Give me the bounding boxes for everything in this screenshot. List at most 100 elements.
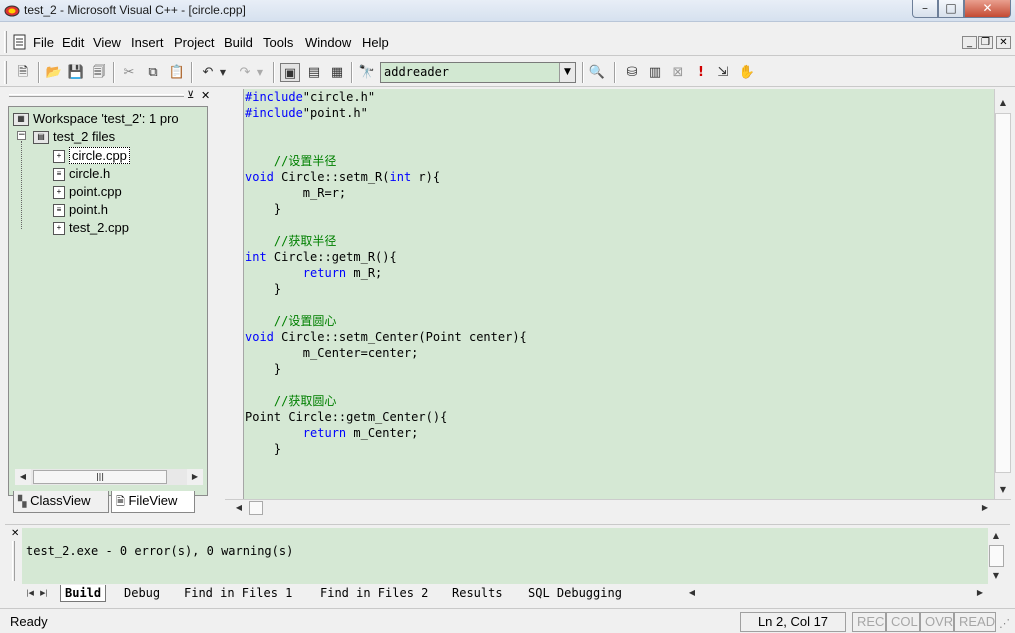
- undo-dropdown-icon[interactable]: ▼: [217, 63, 229, 82]
- resize-grip-icon[interactable]: ⋰: [999, 617, 1010, 630]
- tab-find-in-files-1[interactable]: Find in Files 1: [180, 585, 296, 602]
- code-line[interactable]: }: [245, 281, 527, 297]
- output-vscrollbar[interactable]: ▲ ▼: [988, 528, 1005, 584]
- code-line[interactable]: [245, 377, 527, 393]
- tab-classview[interactable]: ▚ ClassView: [13, 491, 109, 513]
- cut-icon[interactable]: ✂: [119, 63, 139, 82]
- menu-view[interactable]: View: [93, 35, 121, 50]
- code-line[interactable]: m_Center=center;: [245, 345, 527, 361]
- code-line[interactable]: m_R=r;: [245, 185, 527, 201]
- menu-project[interactable]: Project: [174, 35, 214, 50]
- code-line[interactable]: void Circle::setm_Center(Point center){: [245, 329, 527, 345]
- tab-build[interactable]: Build: [60, 585, 107, 602]
- code-line[interactable]: void Circle::setm_R(int r){: [245, 169, 527, 185]
- mdi-close-button[interactable]: ✕: [996, 36, 1011, 49]
- tree-file-item[interactable]: + test_2.cpp: [53, 220, 129, 236]
- panel-close-icon[interactable]: ✕: [201, 89, 210, 102]
- code-line[interactable]: return m_Center;: [245, 425, 527, 441]
- code-line[interactable]: [245, 297, 527, 313]
- open-folder-icon[interactable]: 📂: [44, 63, 64, 82]
- tab-find-in-files-2[interactable]: Find in Files 2: [316, 585, 432, 602]
- tree-project-folder[interactable]: ▤ test_2 files: [33, 129, 115, 145]
- code-line[interactable]: [245, 121, 527, 137]
- save-icon[interactable]: 💾: [66, 63, 86, 82]
- scroll-left-icon[interactable]: ◀: [231, 500, 247, 516]
- output-toggle-icon[interactable]: ▤: [304, 63, 324, 82]
- tab-debug[interactable]: Debug: [120, 585, 164, 602]
- mdi-restore-button[interactable]: ❐: [978, 36, 993, 49]
- tree-file-item[interactable]: ≡ circle.h: [53, 166, 110, 182]
- undo-icon[interactable]: ↶: [198, 63, 218, 82]
- window-list-icon[interactable]: ▦: [327, 63, 347, 82]
- scroll-left-icon[interactable]: ◀: [15, 469, 31, 485]
- collapse-icon[interactable]: −: [17, 131, 26, 140]
- code-line[interactable]: [245, 217, 527, 233]
- scroll-right-icon[interactable]: ▶: [187, 469, 203, 485]
- scroll-up-icon[interactable]: ▲: [988, 528, 1004, 544]
- code-line[interactable]: }: [245, 201, 527, 217]
- close-button[interactable]: ✕: [964, 0, 1011, 18]
- panel-grip[interactable]: [9, 94, 184, 97]
- menu-file[interactable]: File: [33, 35, 54, 50]
- code-line[interactable]: //获取圆心: [245, 393, 527, 409]
- tab-results[interactable]: Results: [448, 585, 507, 602]
- scroll-left-icon[interactable]: ◀: [684, 585, 700, 601]
- code-text[interactable]: #include"circle.h" #include"point.h" //设置…: [245, 89, 527, 457]
- menu-insert[interactable]: Insert: [131, 35, 164, 50]
- search-icon[interactable]: 🔍: [587, 63, 607, 82]
- chevron-down-icon[interactable]: ▼: [559, 63, 575, 82]
- scroll-right-icon[interactable]: ▶: [972, 585, 988, 601]
- scroll-thumb[interactable]: [989, 545, 1004, 567]
- tab-last-icon[interactable]: ▶|: [36, 585, 52, 601]
- menu-tools[interactable]: Tools: [263, 35, 293, 50]
- menu-build[interactable]: Build: [224, 35, 253, 50]
- code-line[interactable]: }: [245, 361, 527, 377]
- scroll-down-icon[interactable]: ▼: [988, 568, 1004, 584]
- code-line[interactable]: //设置圆心: [245, 313, 527, 329]
- code-line[interactable]: int Circle::getm_R(){: [245, 249, 527, 265]
- find-combo-value[interactable]: addreader: [384, 65, 449, 79]
- code-line[interactable]: return m_R;: [245, 265, 527, 281]
- redo-dropdown-icon[interactable]: ▼: [254, 63, 266, 82]
- scroll-thumb[interactable]: |||: [33, 470, 167, 484]
- save-all-icon[interactable]: 🗐: [89, 63, 109, 82]
- scroll-down-icon[interactable]: ▼: [995, 482, 1011, 498]
- panel-grip[interactable]: [12, 541, 15, 581]
- menubar-grip[interactable]: [4, 31, 7, 53]
- output-text-area[interactable]: test_2.exe - 0 error(s), 0 warning(s): [22, 528, 988, 584]
- copy-icon[interactable]: ⧉: [143, 63, 163, 82]
- compile-icon[interactable]: ⛁: [622, 63, 642, 82]
- panel-close-icon[interactable]: ✕: [11, 528, 19, 539]
- code-line[interactable]: Point Circle::getm_Center(){: [245, 409, 527, 425]
- scroll-right-icon[interactable]: ▶: [977, 500, 993, 516]
- build-icon[interactable]: ▥: [645, 63, 665, 82]
- code-line[interactable]: #include"point.h": [245, 105, 527, 121]
- tree-workspace-root[interactable]: ▦ Workspace 'test_2': 1 pro: [13, 111, 179, 127]
- workspace-toggle-icon[interactable]: ▣: [280, 63, 300, 82]
- find-in-files-icon[interactable]: 🔭: [357, 63, 377, 82]
- code-line[interactable]: }: [245, 441, 527, 457]
- editor-hscrollbar[interactable]: ◀ ▶: [225, 499, 1011, 516]
- tree-file-item[interactable]: + circle.cpp: [53, 147, 130, 164]
- paste-icon[interactable]: 📋: [167, 63, 187, 82]
- editor-vscrollbar[interactable]: ▲ ▼: [994, 89, 1011, 499]
- menu-edit[interactable]: Edit: [62, 35, 84, 50]
- code-line[interactable]: //获取半径: [245, 233, 527, 249]
- redo-icon[interactable]: ↷: [235, 63, 255, 82]
- new-text-file-icon[interactable]: 🗎: [13, 63, 33, 82]
- workspace-hscrollbar[interactable]: ◀ ||| ▶: [15, 469, 203, 485]
- menu-window[interactable]: Window: [305, 35, 351, 50]
- tree-file-item[interactable]: ≡ point.h: [53, 202, 108, 218]
- execute-icon[interactable]: !: [691, 63, 711, 82]
- code-line[interactable]: //设置半径: [245, 153, 527, 169]
- code-editor[interactable]: #include"circle.h" #include"point.h" //设置…: [243, 89, 994, 499]
- scroll-up-icon[interactable]: ▲: [995, 95, 1011, 111]
- tab-fileview[interactable]: 🗎 FileView: [111, 491, 195, 513]
- tree-file-item[interactable]: + point.cpp: [53, 184, 122, 200]
- document-icon[interactable]: [13, 34, 27, 50]
- toolbar-grip[interactable]: [4, 61, 7, 84]
- breakpoint-hand-icon[interactable]: ✋: [737, 63, 757, 82]
- find-combo[interactable]: addreader ▼: [380, 62, 576, 83]
- menu-help[interactable]: Help: [362, 35, 389, 50]
- stop-build-icon[interactable]: ⊠: [668, 63, 688, 82]
